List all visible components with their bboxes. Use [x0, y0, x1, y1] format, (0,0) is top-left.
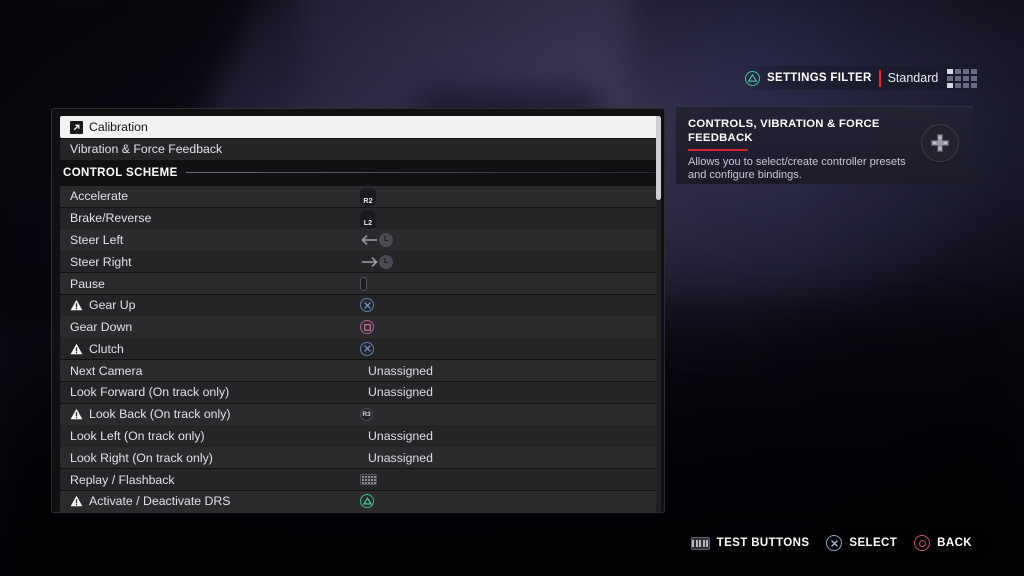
list-item-label: Steer Right — [70, 254, 132, 269]
list-item-vibration-force-feedback[interactable]: Vibration & Force Feedback — [60, 138, 658, 160]
list-item-gear-down[interactable]: Gear Down — [60, 316, 658, 338]
trigger-r2-icon: R2 — [360, 186, 376, 206]
list-item-label: Brake/Reverse — [70, 211, 152, 226]
list-item-pause[interactable]: Pause — [60, 272, 658, 295]
list-item-label: Next Camera — [70, 363, 143, 378]
cross-button-icon — [360, 298, 374, 313]
list-item-label: Calibration — [89, 120, 148, 134]
list-item-label: Vibration & Force Feedback — [70, 142, 223, 157]
circle-button-icon — [914, 535, 931, 551]
binding-value[interactable]: Unassigned — [368, 360, 433, 381]
left-stick-icon: L — [379, 254, 393, 269]
list-item-label: Gear Up — [89, 298, 136, 313]
list-item-activate-drs[interactable]: Activate / Deactivate DRS — [60, 490, 658, 512]
warning-icon — [70, 496, 83, 507]
list-item-label: Clutch — [89, 341, 124, 356]
external-link-arrow-icon — [70, 120, 83, 134]
binding-value[interactable] — [360, 295, 374, 316]
binding-value[interactable]: L2 — [360, 208, 376, 229]
list-item-next-camera[interactable]: Next Camera Unassigned — [60, 360, 658, 382]
list-item-look-forward[interactable]: Look Forward (On track only) Unassigned — [60, 381, 658, 403]
touchpad-icon — [360, 474, 377, 486]
control-bindings-list: Calibration Vibration & Force Feedback C… — [60, 116, 658, 512]
list-item-label: Look Forward (On track only) — [70, 385, 230, 400]
control-bindings-panel: Calibration Vibration & Force Feedback C… — [51, 108, 665, 513]
legend-label: BACK — [937, 537, 972, 549]
list-item-clutch[interactable]: Clutch — [60, 338, 658, 360]
list-item-look-right[interactable]: Look Right (On track only) Unassigned — [60, 447, 658, 469]
binding-value[interactable]: Unassigned — [368, 447, 433, 468]
grid-icon[interactable] — [947, 68, 978, 88]
list-scrollbar[interactable] — [656, 116, 661, 512]
binding-value[interactable] — [360, 338, 374, 359]
list-item-label: Look Right (On track only) — [70, 450, 213, 465]
list-item-label: Look Back (On track only) — [89, 407, 231, 422]
binding-value[interactable] — [360, 491, 374, 512]
list-item-accelerate[interactable]: Accelerate R2 — [60, 185, 658, 207]
trigger-l2-icon: L2 — [360, 208, 376, 228]
section-title: CONTROL SCHEME — [63, 166, 178, 179]
list-item-look-back[interactable]: Look Back (On track only) R3 — [60, 403, 658, 425]
list-item-steer-left[interactable]: Steer Left L — [60, 229, 658, 251]
info-panel-title: CONTROLS, VIBRATION & FORCE FEEDBACK — [688, 118, 880, 144]
binding-value[interactable] — [360, 316, 374, 337]
list-item-label: Pause — [70, 276, 105, 291]
cross-button-icon — [360, 341, 374, 356]
list-item-label: Replay / Flashback — [70, 472, 175, 487]
list-item-label: Activate / Deactivate DRS — [89, 494, 231, 509]
warning-icon — [70, 408, 83, 420]
settings-filter-value: Standard — [887, 71, 939, 85]
list-item-replay-flashback[interactable]: Replay / Flashback — [60, 468, 658, 491]
list-item-brake-reverse[interactable]: Brake/Reverse L2 — [60, 207, 658, 229]
scrollbar-thumb[interactable] — [656, 116, 661, 200]
binding-value[interactable] — [360, 273, 367, 294]
left-stick-icon: L — [379, 232, 393, 247]
options-button-icon — [360, 276, 367, 291]
binding-value[interactable]: L — [360, 229, 393, 250]
button-legend: TEST BUTTONS SELECT BACK — [690, 532, 972, 554]
triangle-button-icon — [360, 494, 374, 509]
dpad-icon — [921, 124, 959, 162]
info-panel-accent-rule — [688, 149, 748, 151]
settings-filter-label: SETTINGS FILTER — [767, 72, 872, 84]
legend-label: TEST BUTTONS — [716, 537, 810, 549]
game-settings-screen: SETTINGS FILTER Standard Calibration Vib… — [0, 0, 1024, 576]
section-header-control-scheme: CONTROL SCHEME — [60, 163, 658, 183]
binding-value[interactable]: R2 — [360, 186, 376, 207]
list-item-steer-right[interactable]: Steer Right L — [60, 251, 658, 273]
stick-r3-icon: R3 — [360, 407, 373, 421]
arrow-left-icon — [361, 234, 377, 245]
legend-item-test-buttons[interactable]: TEST BUTTONS — [690, 536, 810, 550]
binding-value[interactable]: Unassigned — [368, 382, 433, 403]
list-item-label: Look Left (On track only) — [70, 428, 205, 443]
touchpad-icon — [690, 536, 710, 550]
list-item-label: Accelerate — [70, 189, 129, 204]
list-item-label: Gear Down — [70, 320, 133, 335]
list-item-look-left[interactable]: Look Left (On track only) Unassigned — [60, 425, 658, 447]
list-item-gear-up[interactable]: Gear Up — [60, 294, 658, 316]
binding-value[interactable]: L — [360, 251, 393, 272]
legend-item-select[interactable]: SELECT — [826, 535, 897, 551]
list-item-label: Steer Left — [70, 232, 124, 247]
warning-icon — [70, 300, 83, 311]
info-panel: CONTROLS, VIBRATION & FORCE FEEDBACK All… — [676, 106, 973, 184]
warning-icon — [70, 343, 83, 355]
info-panel-description: Allows you to select/create controller p… — [688, 156, 906, 181]
section-divider — [185, 172, 658, 174]
binding-value[interactable] — [360, 469, 377, 490]
cross-button-icon — [826, 535, 843, 551]
legend-item-back[interactable]: BACK — [914, 535, 972, 551]
playstation-triangle-icon — [745, 70, 760, 86]
list-item-calibration[interactable]: Calibration — [60, 116, 658, 138]
settings-filter-bar[interactable]: SETTINGS FILTER Standard — [741, 66, 984, 90]
filter-divider — [878, 69, 881, 87]
legend-label: SELECT — [849, 537, 898, 549]
binding-value[interactable]: Unassigned — [368, 425, 433, 446]
arrow-right-icon — [362, 256, 378, 267]
square-button-icon — [360, 320, 374, 335]
binding-value[interactable]: R3 — [360, 404, 373, 425]
